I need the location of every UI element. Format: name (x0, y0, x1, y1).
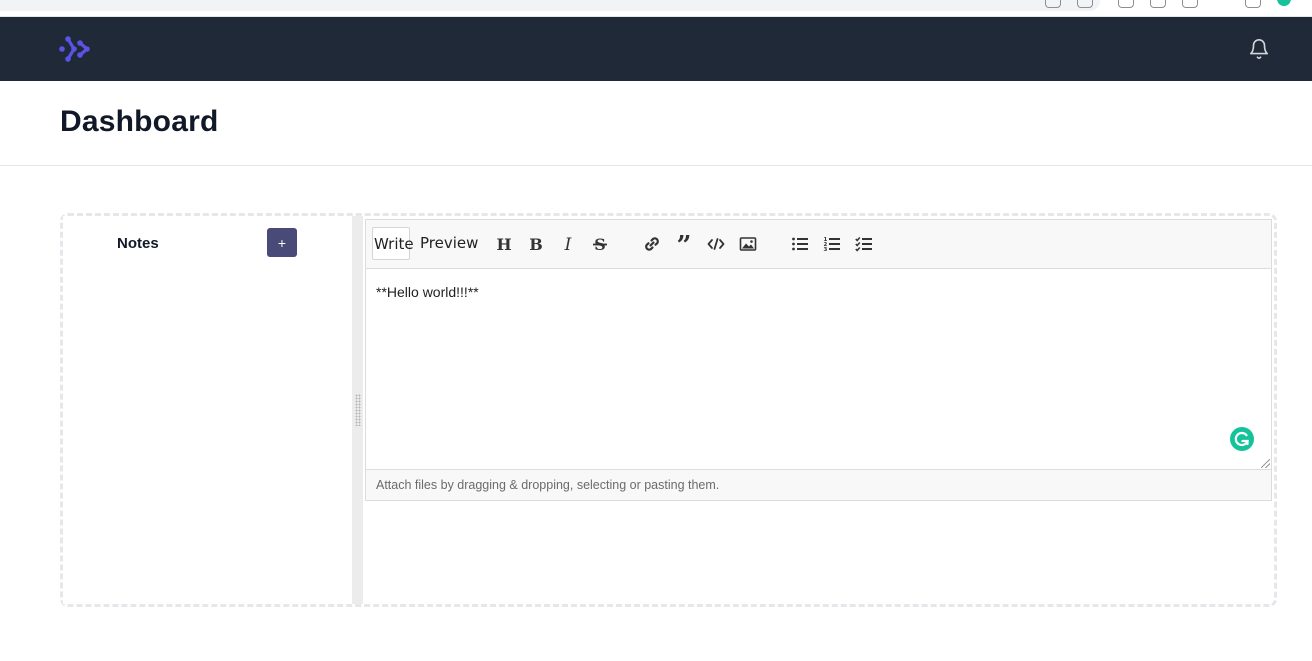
svg-text:3: 3 (824, 247, 828, 253)
app-logo-icon[interactable] (59, 33, 91, 65)
extension-icon[interactable] (1245, 0, 1261, 8)
textarea-resize-icon[interactable] (1261, 459, 1270, 468)
page-title: Dashboard (60, 105, 219, 138)
drag-grip-icon (355, 394, 361, 426)
svg-text:”: ” (677, 235, 692, 253)
notes-heading: Notes (117, 235, 159, 252)
top-navbar (0, 17, 1312, 81)
tab-write[interactable]: Write (372, 227, 414, 260)
strikethrough-icon[interactable]: S (590, 234, 610, 254)
panel-resize-handle[interactable] (352, 216, 363, 604)
grammarly-extension-icon[interactable] (1277, 0, 1291, 6)
attach-files-bar[interactable]: Attach files by dragging & dropping, sel… (366, 470, 1271, 500)
markdown-textarea[interactable]: **Hello world!!!** (366, 269, 1271, 470)
image-icon[interactable] (738, 234, 758, 254)
notes-workspace: Notes + Write Preview H B I S ” 1 2 3 **… (60, 213, 1277, 607)
italic-icon[interactable]: I (558, 234, 578, 254)
add-note-button[interactable]: + (267, 228, 297, 257)
notes-sidebar: Notes + (63, 216, 352, 604)
editor-toolbar: Write Preview H B I S ” 1 2 3 (366, 220, 1271, 269)
link-icon[interactable] (642, 234, 662, 254)
unordered-list-icon[interactable] (790, 234, 810, 254)
code-icon[interactable] (706, 234, 726, 254)
notifications-bell-icon[interactable] (1248, 38, 1270, 60)
page-header: Dashboard (0, 81, 1312, 166)
browser-toolbar-strip (0, 0, 1312, 17)
attach-files-hint: Attach files by dragging & dropping, sel… (376, 478, 720, 492)
heading-icon[interactable]: H (494, 234, 514, 254)
install-app-icon[interactable] (1045, 0, 1061, 8)
grammarly-icon[interactable] (1230, 427, 1254, 451)
extension-icon[interactable] (1182, 0, 1198, 8)
checklist-icon[interactable] (854, 234, 874, 254)
extension-icon[interactable] (1150, 0, 1166, 8)
svg-text:B: B (529, 235, 543, 253)
svg-text:I: I (564, 235, 572, 253)
ordered-list-icon[interactable]: 1 2 3 (822, 234, 842, 254)
svg-text:H: H (496, 235, 511, 253)
browser-address-bar[interactable] (0, 0, 1100, 11)
bold-icon[interactable]: B (526, 234, 546, 254)
editor-content: **Hello world!!!** (376, 284, 479, 300)
bookmark-star-icon[interactable] (1077, 0, 1093, 8)
markdown-editor: Write Preview H B I S ” 1 2 3 **Hello wo… (365, 219, 1272, 501)
tab-preview[interactable]: Preview (419, 227, 479, 260)
quote-icon[interactable]: ” (674, 234, 694, 254)
extension-icon[interactable] (1118, 0, 1134, 8)
